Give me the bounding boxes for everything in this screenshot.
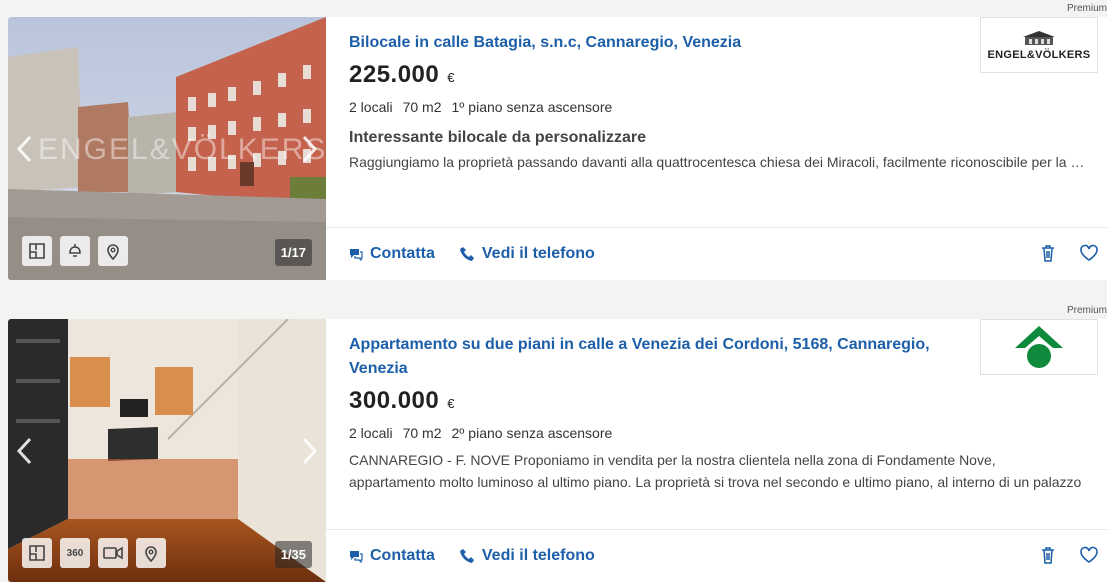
previous-photo-arrow-icon[interactable]	[12, 132, 38, 166]
virtual-tour-360-button[interactable]: 360	[60, 538, 90, 568]
price-row: 300.000 €	[349, 387, 1089, 415]
premium-label: Premium	[1066, 3, 1107, 14]
listing-action-icons	[1039, 545, 1099, 565]
phone-icon	[459, 247, 474, 261]
phone-label: Vedi il telefono	[481, 245, 595, 262]
listing-action-icons	[1039, 243, 1099, 263]
listing-photo[interactable]: ENGEL&VÖLKERS 1/17	[8, 17, 326, 280]
contact-button[interactable]: Contatta	[349, 245, 435, 263]
listing-actions: Contatta Vedi il telefono	[326, 227, 1107, 280]
map-pin-icon[interactable]	[98, 236, 128, 266]
listing-info: Appartamento su due piani in calle a Ven…	[326, 319, 1107, 582]
heart-icon[interactable]	[1079, 243, 1099, 263]
photo-counter: 1/17	[274, 239, 312, 266]
listing-title-link[interactable]: Appartamento su due piani in calle a Ven…	[349, 333, 949, 381]
contact-button[interactable]: Contatta	[349, 547, 435, 565]
agency-logo-text: ENGEL&VÖLKERS	[987, 48, 1091, 61]
photo-watermark: ENGEL&VÖLKERS	[38, 133, 326, 166]
feature-area: 70 m2	[402, 99, 442, 115]
photo-tools	[22, 236, 128, 266]
map-pin-icon[interactable]	[136, 538, 166, 568]
currency-symbol: €	[447, 396, 455, 411]
listing-description: Raggiungiamo la proprietà passando davan…	[349, 151, 1089, 173]
description-line: CANNAREGIO - F. NOVE Proponiamo in vendi…	[349, 452, 996, 468]
trash-icon[interactable]	[1039, 545, 1057, 565]
floorplan-icon[interactable]	[22, 538, 52, 568]
next-photo-arrow-icon[interactable]	[296, 434, 322, 468]
currency-symbol: €	[447, 70, 455, 85]
feature-floor: 2º piano senza ascensore	[451, 425, 613, 441]
chat-icon	[350, 249, 363, 261]
listing-card: ENGEL&VÖLKERS 1/17 Bilocale in calle Bat…	[8, 17, 1107, 280]
agency-logo[interactable]: ENGEL&VÖLKERS	[980, 17, 1098, 73]
agency-house-logo-icon	[1015, 326, 1063, 368]
house-logo-icon	[1023, 30, 1055, 45]
premium-label: Premium	[1066, 305, 1107, 316]
show-phone-button[interactable]: Vedi il telefono	[459, 547, 595, 565]
lamp-icon[interactable]	[60, 236, 90, 266]
description-line: appartamento molto luminoso al ultimo pi…	[349, 474, 1082, 490]
contact-label: Contatta	[370, 547, 435, 564]
listing-price: 300.000	[349, 387, 440, 414]
photo-counter: 1/35	[274, 541, 312, 568]
feature-area: 70 m2	[402, 425, 442, 441]
show-phone-button[interactable]: Vedi il telefono	[459, 245, 595, 263]
listing-card: 360 1/35 Appartamento su due piani in ca…	[8, 319, 1107, 582]
contact-label: Contatta	[370, 245, 435, 262]
feature-rooms: 2 locali	[349, 99, 393, 115]
previous-photo-arrow-icon[interactable]	[12, 434, 38, 468]
heart-icon[interactable]	[1079, 545, 1099, 565]
video-icon[interactable]	[98, 538, 128, 568]
agency-logo[interactable]	[980, 319, 1098, 375]
listing-description: CANNAREGIO - F. NOVE Proponiamo in vendi…	[349, 449, 1089, 493]
next-photo-arrow-icon[interactable]	[296, 132, 322, 166]
floorplan-icon[interactable]	[22, 236, 52, 266]
listing-subtitle: Interessante bilocale da personalizzare	[349, 129, 647, 146]
listing-photo[interactable]: 360 1/35	[8, 319, 326, 582]
trash-icon[interactable]	[1039, 243, 1057, 263]
feature-floor: 1º piano senza ascensore	[451, 99, 613, 115]
photo-tools: 360	[22, 538, 166, 568]
feature-rooms: 2 locali	[349, 425, 393, 441]
price-row: 225.000 €	[349, 61, 1089, 89]
description-line: Raggiungiamo la proprietà passando davan…	[349, 154, 1089, 170]
listing-features: 2 locali 70 m2 1º piano senza ascensore	[349, 99, 1089, 115]
phone-icon	[459, 549, 474, 563]
listing-features: 2 locali 70 m2 2º piano senza ascensore	[349, 425, 1089, 441]
listing-price: 225.000	[349, 61, 440, 88]
chat-icon	[350, 551, 363, 563]
listing-actions: Contatta Vedi il telefono	[326, 529, 1107, 582]
phone-label: Vedi il telefono	[481, 547, 595, 564]
listing-info: Bilocale in calle Batagia, s.n.c, Cannar…	[326, 17, 1107, 280]
listing-title-link[interactable]: Bilocale in calle Batagia, s.n.c, Cannar…	[349, 31, 949, 55]
